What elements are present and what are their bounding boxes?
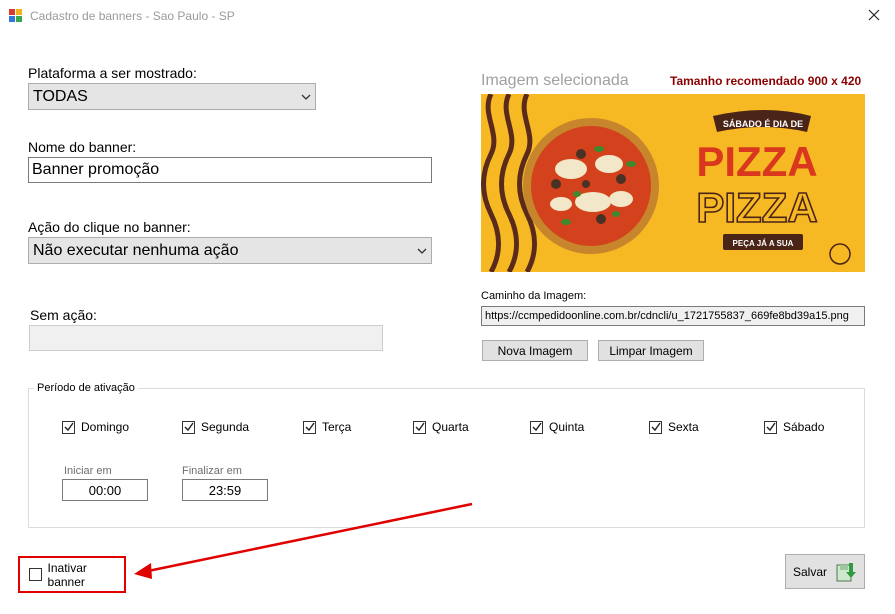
save-icon <box>836 562 856 581</box>
inactivate-banner-checkbox[interactable] <box>29 568 42 581</box>
annotation-arrow <box>134 502 473 579</box>
save-label: Salvar <box>792 564 827 579</box>
inactivate-banner-highlight: Inativar banner <box>18 556 126 593</box>
inactivate-banner-label: Inativar banner <box>47 560 87 589</box>
save-button[interactable]: Salvar <box>785 554 865 589</box>
